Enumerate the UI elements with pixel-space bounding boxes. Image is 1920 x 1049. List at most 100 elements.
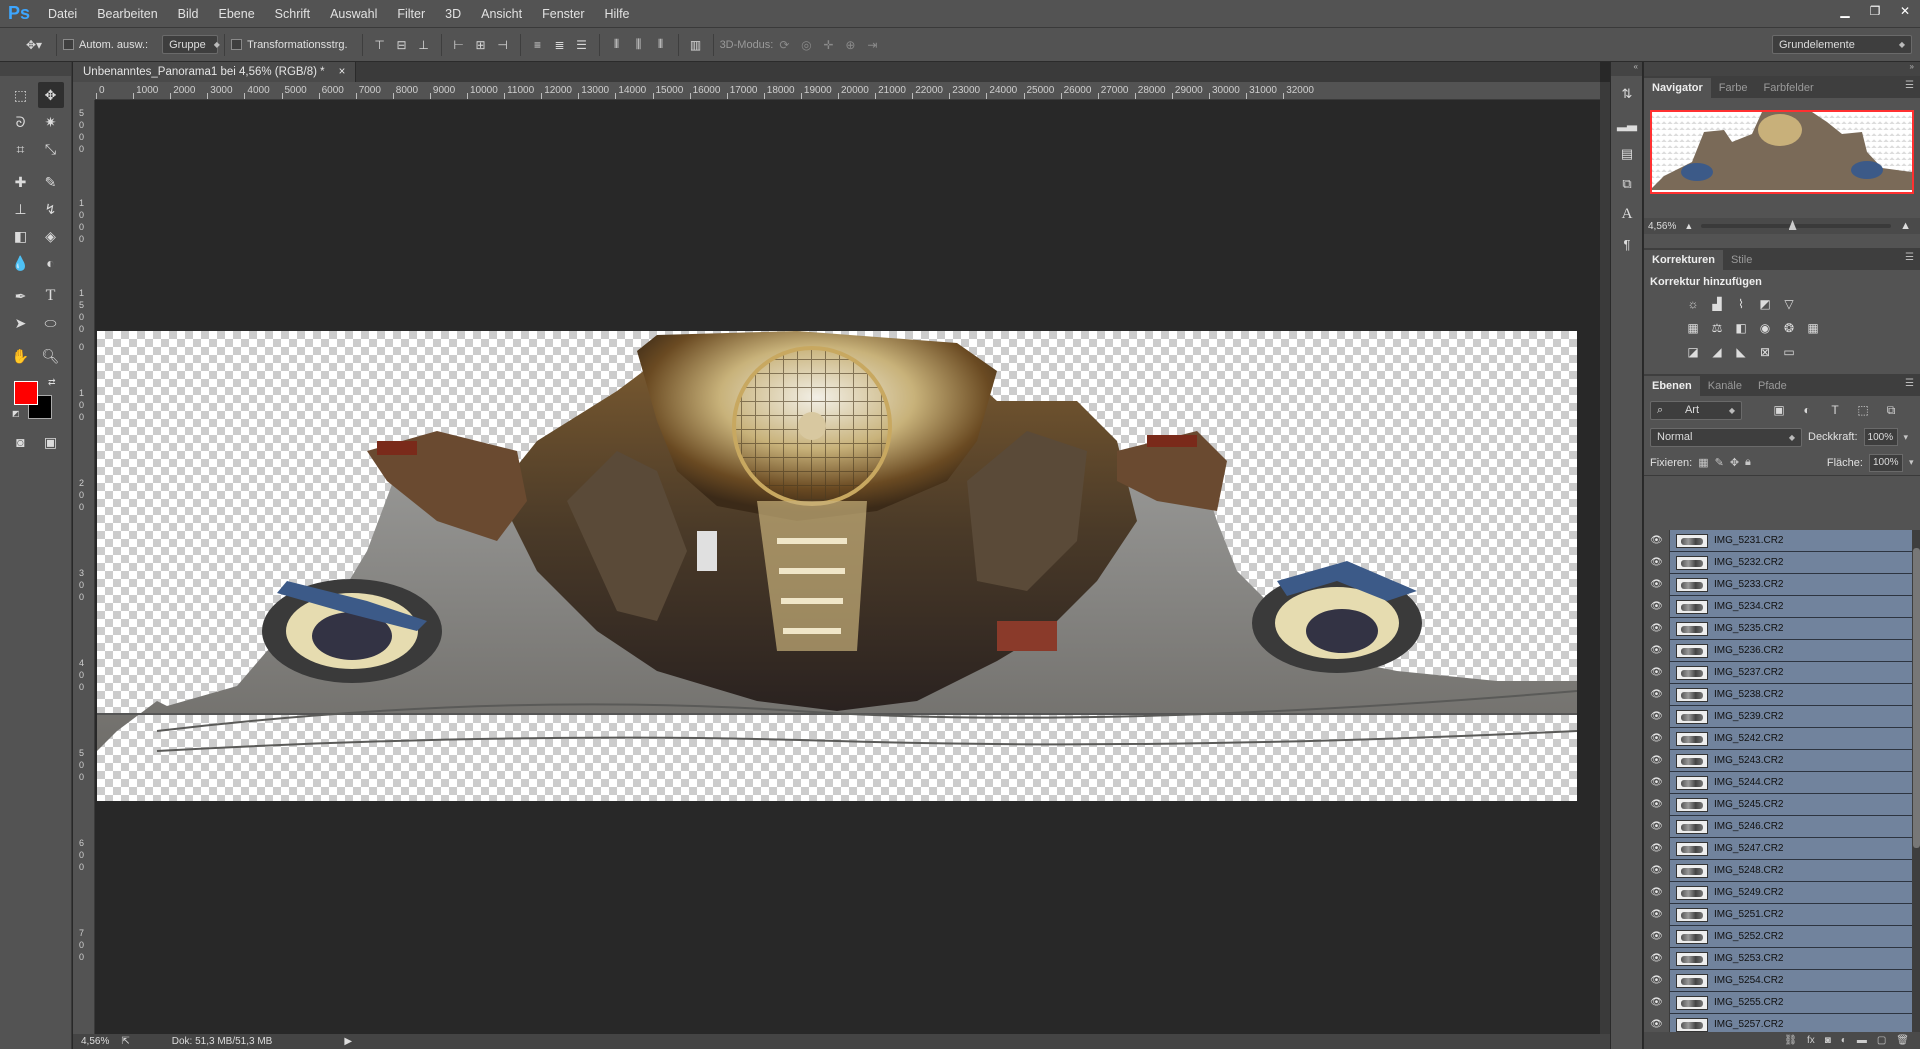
eraser-tool-icon[interactable]: ◧ xyxy=(8,223,34,249)
layer-name[interactable]: IMG_5234.CR2 xyxy=(1714,601,1783,612)
layer-name[interactable]: IMG_5245.CR2 xyxy=(1714,799,1783,810)
channel-mixer-icon[interactable]: ❂ xyxy=(1780,320,1798,336)
panel-menu-icon[interactable]: ☰ xyxy=(1905,378,1914,389)
posterize-icon[interactable]: ◢ xyxy=(1708,344,1726,360)
new-adjustment-icon[interactable]: ◐ xyxy=(1841,1035,1847,1046)
history-panel-icon[interactable]: ⇅ xyxy=(1615,82,1639,106)
eye-icon[interactable]: 👁︎ xyxy=(1644,837,1670,860)
3d-scale-icon[interactable]: ⇥ xyxy=(861,34,883,56)
menu-fenster[interactable]: Fenster xyxy=(532,0,594,28)
align-right-icon[interactable]: ⊣ xyxy=(492,34,514,56)
zoom-slider[interactable] xyxy=(1701,220,1891,230)
layer-row[interactable]: 👁︎ IMG_5235.CR2 xyxy=(1644,617,1912,640)
layer-row[interactable]: 👁︎ IMG_5245.CR2 xyxy=(1644,793,1912,816)
photo-filter-icon[interactable]: ◉ xyxy=(1756,320,1774,336)
ellipse-tool-icon[interactable]: ⬭ xyxy=(38,310,64,336)
filter-type-icon[interactable]: T xyxy=(1824,399,1846,421)
layer-row[interactable]: 👁︎ IMG_5234.CR2 xyxy=(1644,595,1912,618)
layer-name[interactable]: IMG_5235.CR2 xyxy=(1714,623,1783,634)
menu-bild[interactable]: Bild xyxy=(168,0,209,28)
toolbox-header[interactable] xyxy=(0,62,71,76)
canvas-vertical-scrollbar[interactable] xyxy=(1600,82,1610,1034)
layer-name[interactable]: IMG_5252.CR2 xyxy=(1714,931,1783,942)
tab-navigator[interactable]: Navigator xyxy=(1644,78,1711,98)
invert-icon[interactable]: ◪ xyxy=(1684,344,1702,360)
eye-icon[interactable]: 👁︎ xyxy=(1644,551,1670,574)
layer-row[interactable]: 👁︎ IMG_5255.CR2 xyxy=(1644,991,1912,1014)
curves-icon[interactable]: ⌇ xyxy=(1732,296,1750,312)
eye-icon[interactable]: 👁︎ xyxy=(1644,925,1670,948)
eye-icon[interactable]: 👁︎ xyxy=(1644,639,1670,662)
align-vcenter-icon[interactable]: ⊟ xyxy=(391,34,413,56)
eyedropper-tool-icon[interactable]: ⤡ xyxy=(38,136,64,162)
layer-row[interactable]: 👁︎ IMG_5233.CR2 xyxy=(1644,573,1912,596)
threshold-icon[interactable]: ◣ xyxy=(1732,344,1750,360)
filter-adjustment-icon[interactable]: ◐ xyxy=(1796,399,1818,421)
black-white-icon[interactable]: ◧ xyxy=(1732,320,1750,336)
menu-datei[interactable]: Datei xyxy=(38,0,87,28)
distribute-right-icon[interactable]: ⦀ xyxy=(650,34,672,56)
align-left-icon[interactable]: ⊢ xyxy=(448,34,470,56)
dodge-tool-icon[interactable]: ◐ xyxy=(38,250,64,276)
opacity-input[interactable]: 100% xyxy=(1863,428,1898,446)
tab-swatches[interactable]: Farbfelder xyxy=(1756,78,1822,98)
link-layers-icon[interactable]: ⛓ xyxy=(1784,1035,1797,1046)
eye-icon[interactable]: 👁︎ xyxy=(1644,573,1670,596)
panel-menu-icon[interactable]: ☰ xyxy=(1905,252,1914,263)
zoom-tool-icon[interactable]: 🔍︎ xyxy=(38,343,64,369)
foreground-color-swatch[interactable] xyxy=(14,381,38,405)
workspace-select[interactable]: Grundelemente ◆ xyxy=(1772,35,1912,54)
export-icon[interactable]: ⇱ xyxy=(121,1036,129,1047)
eye-icon[interactable]: 👁︎ xyxy=(1644,530,1670,552)
clone-stamp-tool-icon[interactable]: ⊥ xyxy=(8,196,34,222)
expand-icon[interactable]: » xyxy=(1644,62,1920,76)
auto-select-checkbox[interactable] xyxy=(63,39,74,50)
delete-layer-icon[interactable]: 🗑︎ xyxy=(1896,1035,1909,1046)
eye-icon[interactable]: 👁︎ xyxy=(1644,969,1670,992)
horizontal-ruler[interactable]: 0 1000 2000 3000 4000 5000 6000 7000 8000 9000 100… xyxy=(95,82,1600,100)
zoom-slider-knob[interactable] xyxy=(1788,220,1797,230)
eye-icon[interactable]: 👁︎ xyxy=(1644,661,1670,684)
layer-name[interactable]: IMG_5249.CR2 xyxy=(1714,887,1783,898)
eye-icon[interactable]: 👁︎ xyxy=(1644,815,1670,838)
blur-tool-icon[interactable]: 💧 xyxy=(8,250,34,276)
minimize-icon[interactable]: ▁ xyxy=(1830,0,1860,22)
exposure-icon[interactable]: ◩ xyxy=(1756,296,1774,312)
levels-icon[interactable]: ▟ xyxy=(1708,296,1726,312)
3d-rotate-icon[interactable]: ⟳ xyxy=(773,34,795,56)
align-top-icon[interactable]: ⊤ xyxy=(369,34,391,56)
transform-controls-checkbox[interactable] xyxy=(231,39,243,50)
layer-name[interactable]: IMG_5257.CR2 xyxy=(1714,1019,1783,1030)
navigator-zoom-value[interactable]: 4,56% xyxy=(1648,221,1676,232)
layer-row[interactable]: 👁︎ IMG_5257.CR2 xyxy=(1644,1013,1912,1032)
screen-mode-icon[interactable]: ▣ xyxy=(38,429,64,455)
navigator-thumbnail[interactable] xyxy=(1650,110,1914,194)
layer-name[interactable]: IMG_5236.CR2 xyxy=(1714,645,1783,656)
distribute-left-icon[interactable]: ⫴ xyxy=(606,34,628,56)
layer-name[interactable]: IMG_5254.CR2 xyxy=(1714,975,1783,986)
eye-icon[interactable]: 👁︎ xyxy=(1644,749,1670,772)
layer-row[interactable]: 👁︎ IMG_5238.CR2 xyxy=(1644,683,1912,706)
restore-icon[interactable]: ❐ xyxy=(1860,0,1890,22)
document-tab[interactable]: Unbenanntes_Panorama1 bei 4,56% (RGB/8) … xyxy=(73,62,357,82)
menu-filter[interactable]: Filter xyxy=(387,0,435,28)
document-canvas[interactable] xyxy=(95,100,1600,1034)
ruler-origin[interactable] xyxy=(73,82,95,100)
zoom-out-icon[interactable]: ▲ xyxy=(1684,221,1693,231)
status-zoom[interactable]: 4,56% xyxy=(81,1036,109,1047)
eye-icon[interactable]: 👁︎ xyxy=(1644,705,1670,728)
lock-all-icon[interactable]: 🔒︎ xyxy=(1745,456,1751,469)
clone-source-panel-icon[interactable]: ⧉ xyxy=(1615,172,1639,196)
swap-colors-icon[interactable]: ⇄ xyxy=(48,377,56,388)
fill-input[interactable]: 100% xyxy=(1868,453,1903,472)
3d-slide-icon[interactable]: ⊕ xyxy=(839,34,861,56)
blend-mode-select[interactable]: Normal ◆ xyxy=(1650,427,1802,447)
histogram-panel-icon[interactable]: ▂▃ xyxy=(1615,112,1639,136)
crop-tool-icon[interactable]: ⌗ xyxy=(8,136,34,162)
new-group-icon[interactable]: ▬ xyxy=(1857,1035,1867,1046)
layer-name[interactable]: IMG_5243.CR2 xyxy=(1714,755,1783,766)
eye-icon[interactable]: 👁︎ xyxy=(1644,881,1670,904)
layer-row[interactable]: 👁︎ IMG_5242.CR2 xyxy=(1644,727,1912,750)
layer-row[interactable]: 👁︎ IMG_5251.CR2 xyxy=(1644,903,1912,926)
pen-tool-icon[interactable]: ✒ xyxy=(8,283,34,309)
